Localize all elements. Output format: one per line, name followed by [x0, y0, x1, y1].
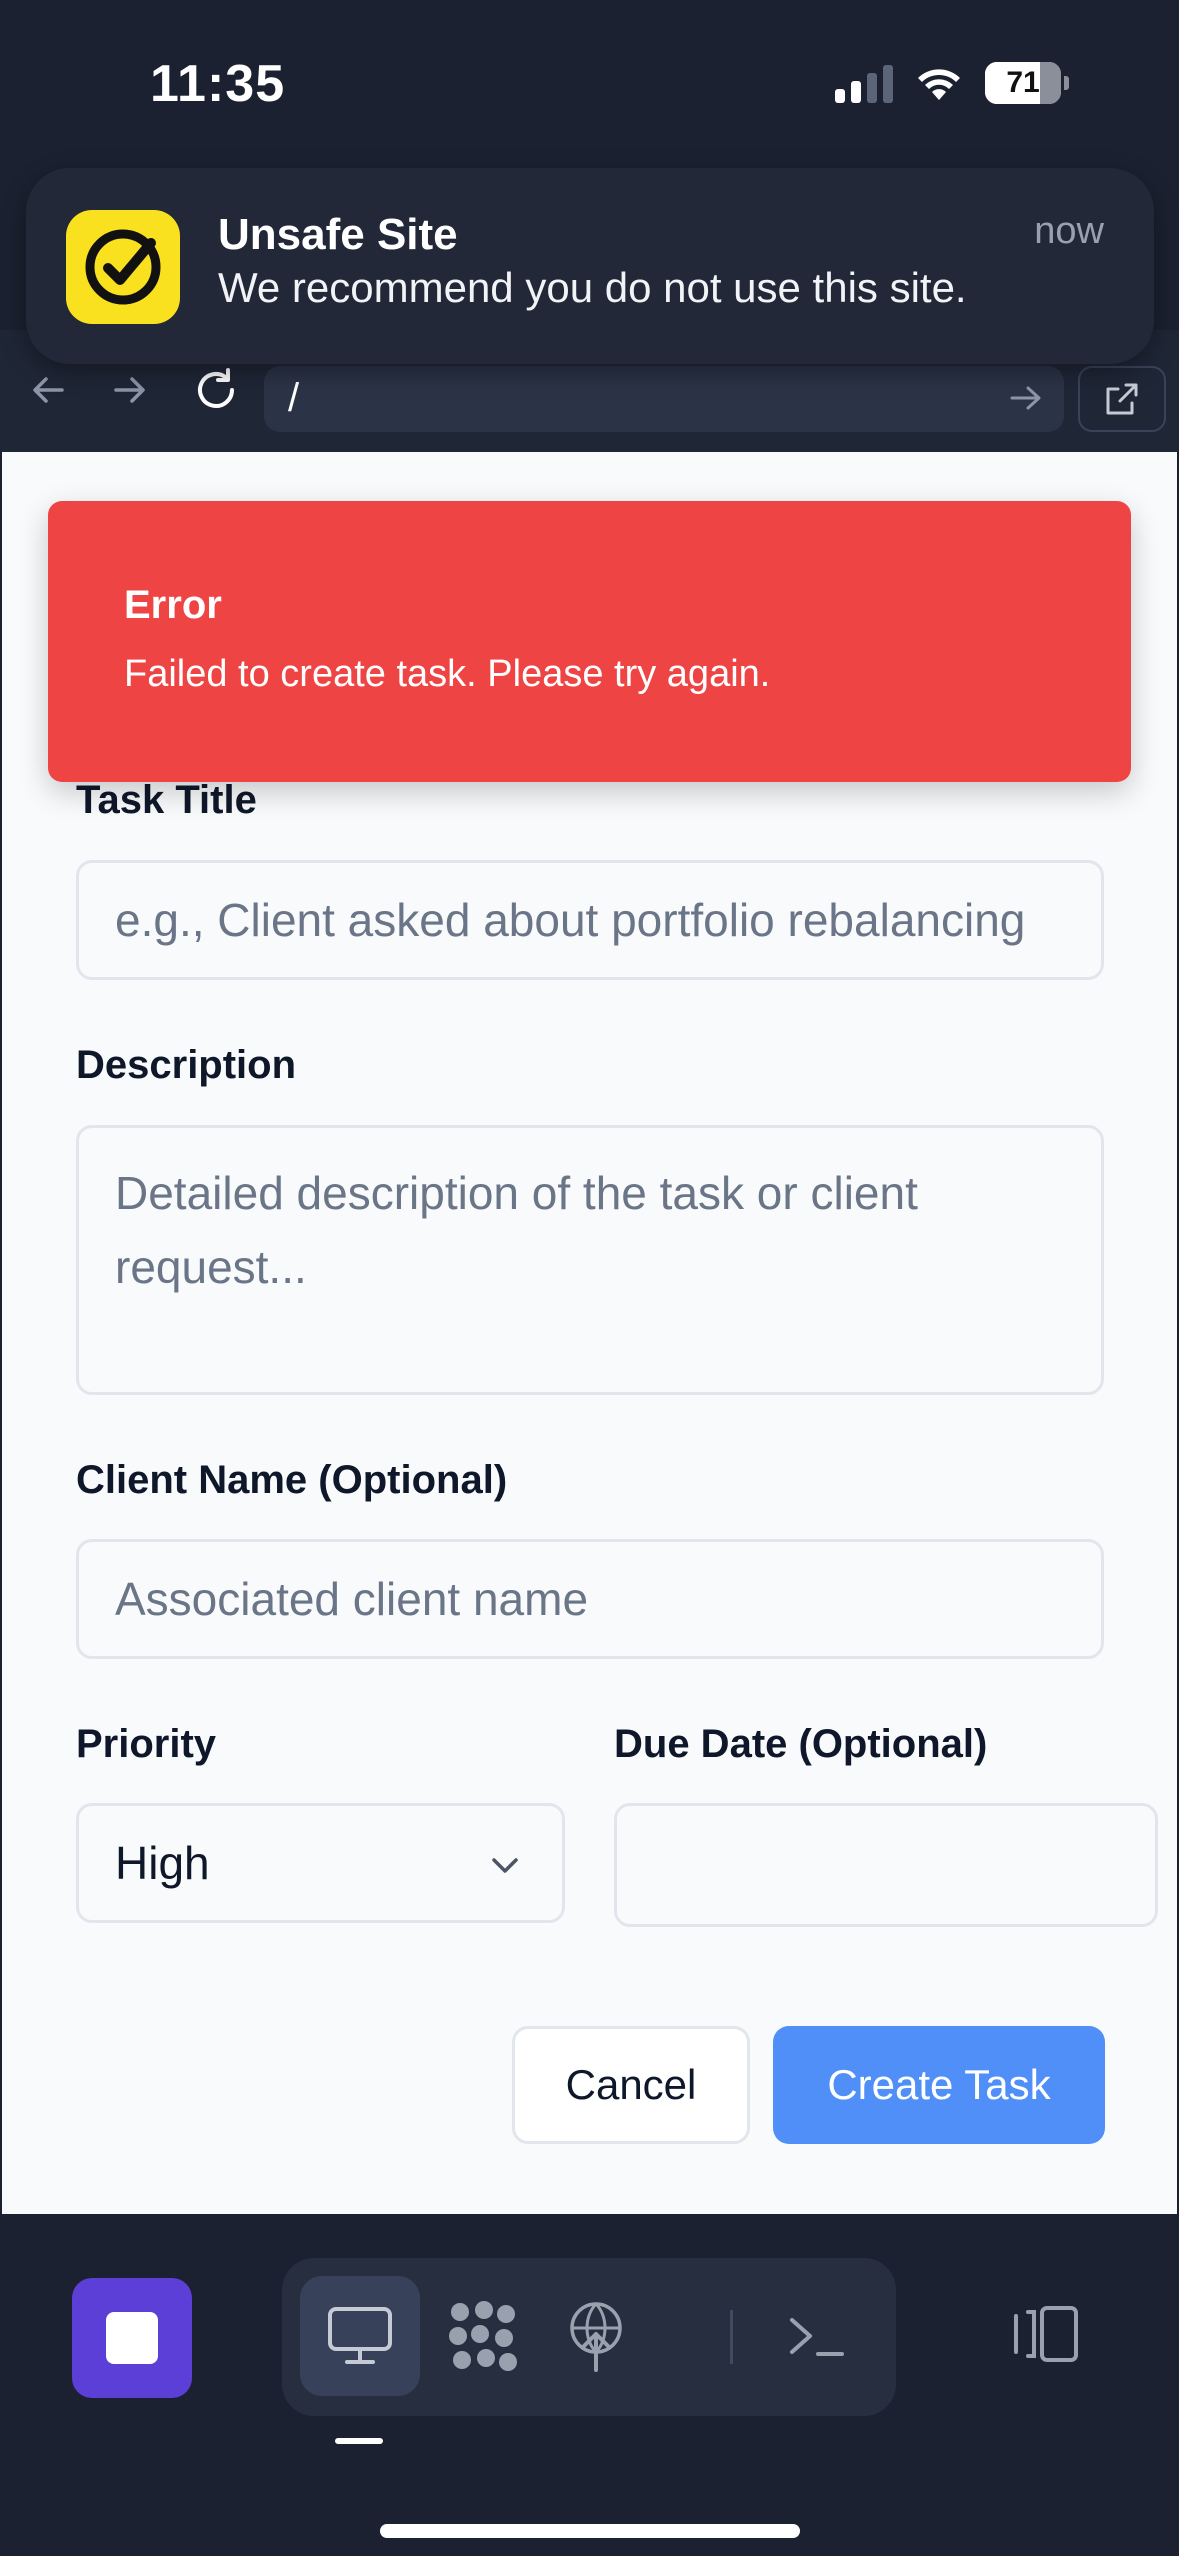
url-text[interactable]: /: [288, 376, 299, 421]
task-title-label: Task Title: [76, 778, 257, 822]
notification-time: now: [1034, 210, 1104, 252]
grid-dots-icon: [449, 2301, 517, 2371]
stop-button[interactable]: [72, 2278, 192, 2398]
stop-square-icon: [106, 2312, 158, 2364]
reload-icon[interactable]: [186, 360, 246, 420]
client-name-input[interactable]: Associated client name: [76, 1539, 1104, 1659]
toast-title: Error: [124, 583, 222, 627]
battery-indicator: 71: [985, 62, 1069, 104]
active-tab-indicator: [335, 2438, 383, 2444]
status-time: 11:35: [150, 55, 286, 113]
due-date-input[interactable]: [614, 1803, 1158, 1927]
antenna-icon: [570, 2302, 622, 2372]
home-indicator: [380, 2524, 800, 2538]
cellular-signal-icon: [835, 63, 893, 103]
bottom-bar: [0, 2214, 1179, 2556]
description-placeholder: Detailed description of the task or clie…: [115, 1167, 918, 1293]
sidebar-toggle-button[interactable]: [1006, 2302, 1086, 2371]
monitor-icon: [328, 2307, 392, 2364]
wifi-icon: [918, 69, 960, 100]
error-toast[interactable]: Error Failed to create task. Please try …: [48, 501, 1131, 782]
go-arrow-icon[interactable]: [1006, 376, 1046, 425]
tab-switcher: [282, 2258, 896, 2416]
open-external-button[interactable]: [1078, 366, 1166, 432]
description-label: Description: [76, 1043, 297, 1087]
tab-terminal[interactable]: [756, 2276, 876, 2396]
notification-body: We recommend you do not use this site.: [218, 264, 967, 311]
client-name-label: Client Name (Optional): [76, 1458, 508, 1502]
tab-monitor[interactable]: [300, 2276, 420, 2396]
priority-select[interactable]: High: [76, 1803, 565, 1923]
tab-antenna[interactable]: [536, 2276, 656, 2396]
create-task-button[interactable]: Create Task: [773, 2026, 1105, 2144]
cancel-button[interactable]: Cancel: [512, 2026, 750, 2144]
unsafe-site-notification[interactable]: Unsafe Site We recommend you do not use …: [26, 168, 1154, 364]
sidebar-panel-icon: [1014, 2306, 1078, 2362]
notification-title: Unsafe Site: [218, 210, 458, 259]
chevron-down-icon: [492, 1858, 518, 1873]
tab-divider: [730, 2310, 733, 2364]
due-date-label: Due Date (Optional): [614, 1722, 988, 1766]
battery-icon: 71: [985, 62, 1061, 104]
toast-message: Failed to create task. Please try again.: [124, 653, 771, 695]
forward-arrow-icon[interactable]: [100, 360, 160, 420]
tab-grid[interactable]: [424, 2276, 544, 2396]
priority-label: Priority: [76, 1722, 217, 1766]
check-badge-icon: [66, 210, 180, 324]
battery-level: 71: [1006, 66, 1040, 99]
description-textarea[interactable]: Detailed description of the task or clie…: [76, 1125, 1104, 1395]
task-title-placeholder: e.g., Client asked about portfolio rebal…: [115, 894, 1026, 946]
client-name-placeholder: Associated client name: [115, 1573, 589, 1625]
external-link-icon: [1106, 383, 1138, 415]
terminal-icon: [790, 2318, 844, 2356]
back-arrow-icon[interactable]: [18, 360, 78, 420]
status-indicators: 71: [835, 62, 1069, 104]
url-bar[interactable]: /: [264, 366, 1064, 432]
priority-value: High: [115, 1837, 210, 1889]
status-bar: 11:35 71: [0, 0, 1179, 170]
task-title-input[interactable]: e.g., Client asked about portfolio rebal…: [76, 860, 1104, 980]
